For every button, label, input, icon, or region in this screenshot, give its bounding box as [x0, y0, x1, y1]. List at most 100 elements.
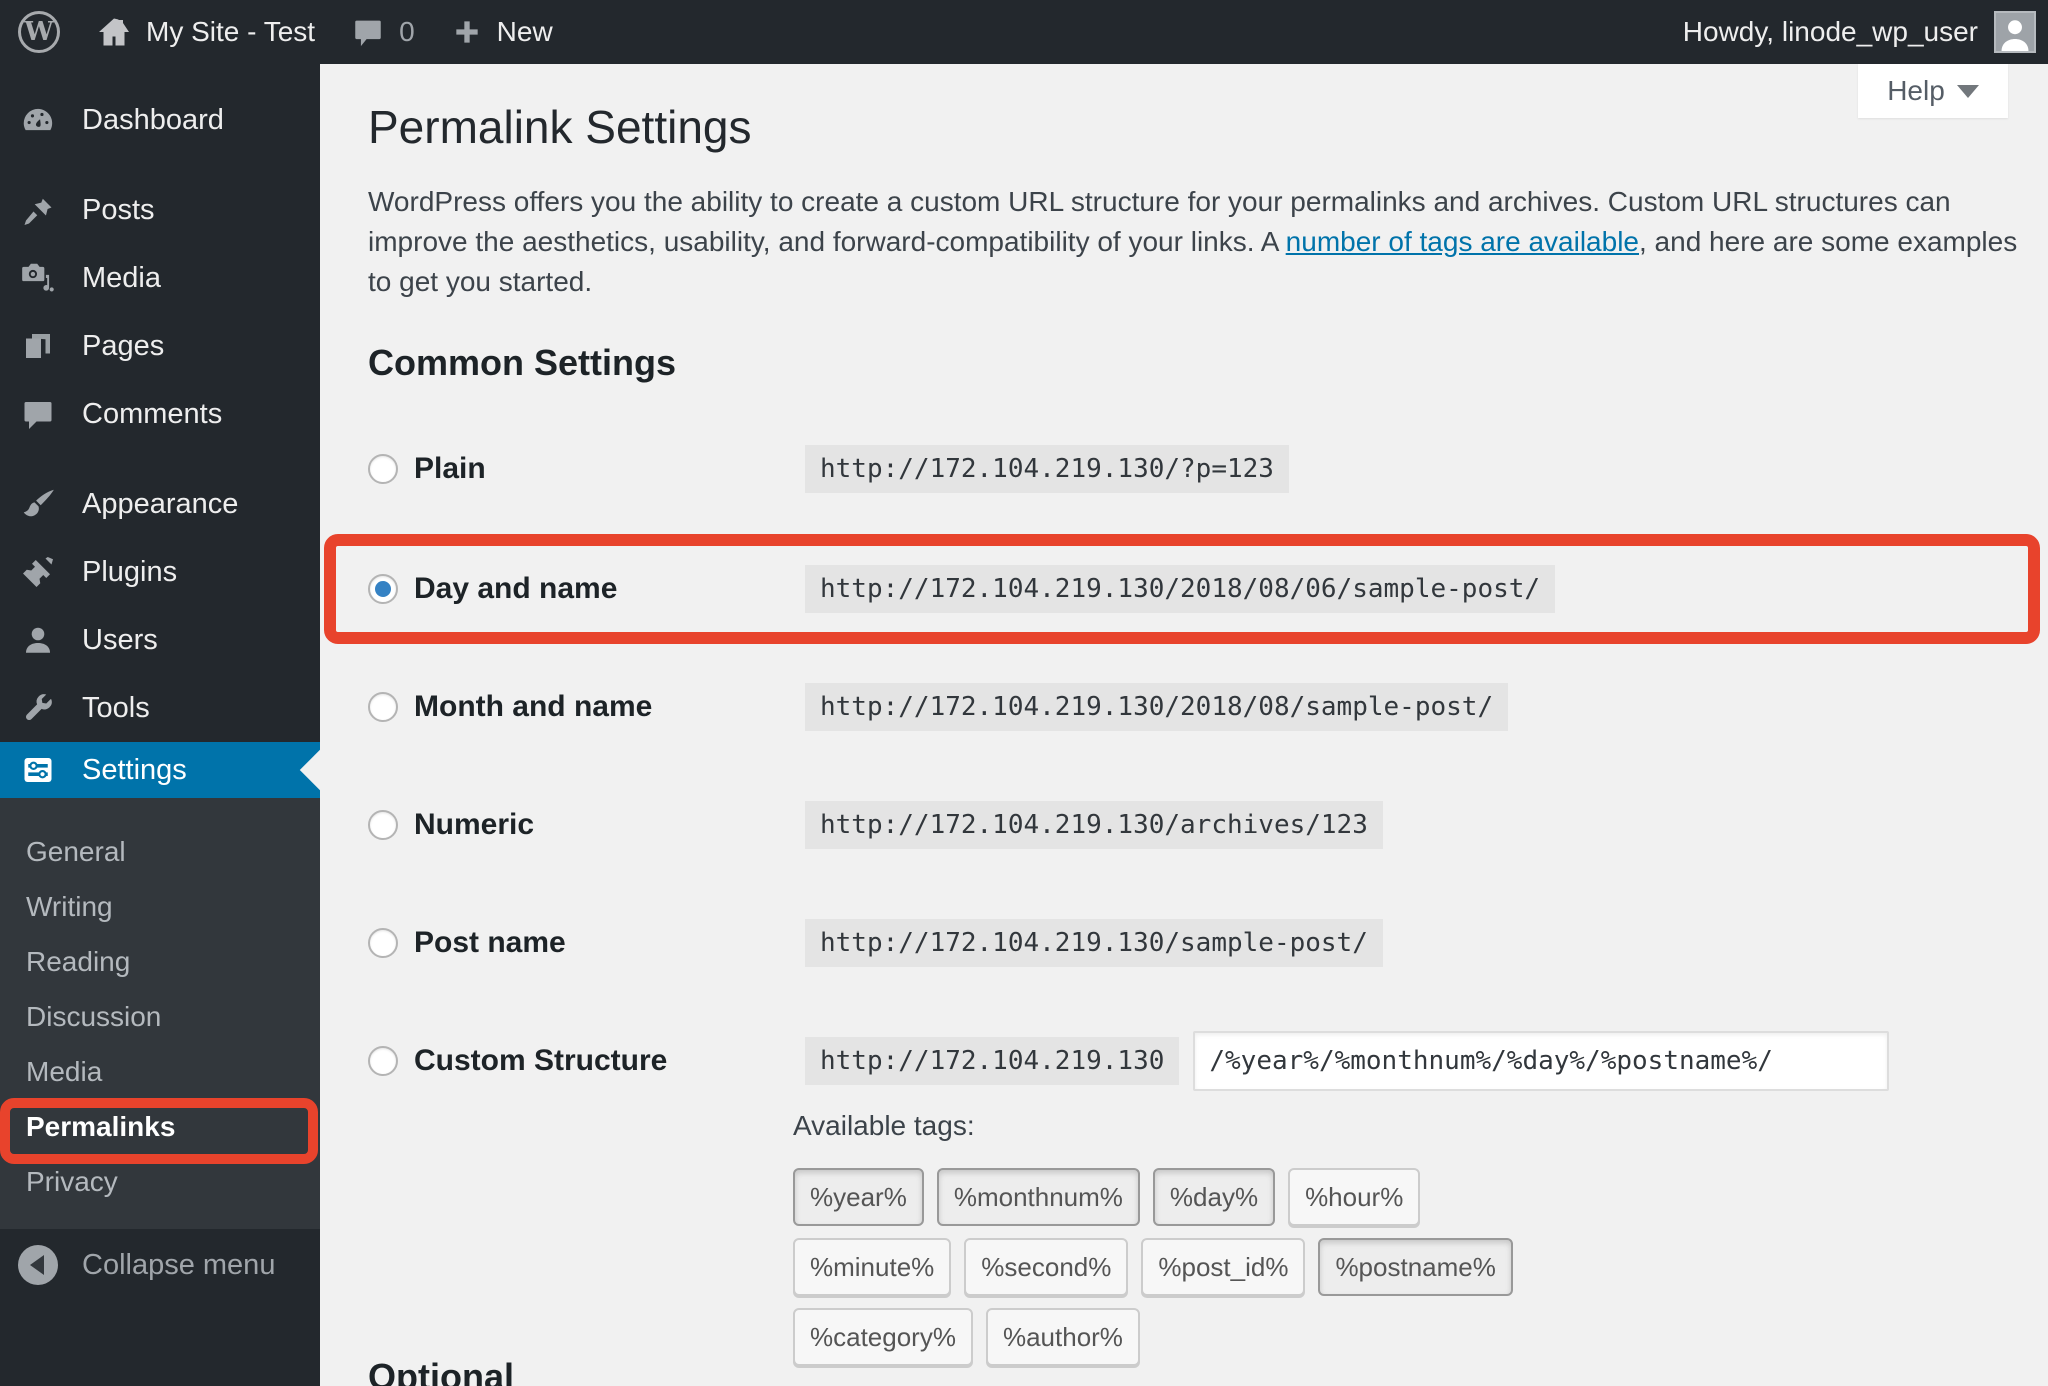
option-label[interactable]: Numeric [414, 808, 805, 842]
sidebar-item-label: Pages [82, 329, 165, 362]
permalink-example-url: http://172.104.219.130/archives/123 [805, 801, 1383, 849]
sidebar-item-dashboard[interactable]: Dashboard [0, 86, 320, 154]
radio-day-and-name[interactable] [368, 574, 398, 604]
option-label[interactable]: Post name [414, 926, 805, 960]
tag-button-day[interactable]: %day% [1152, 1168, 1276, 1226]
submenu-label: Discussion [26, 1000, 162, 1032]
sidebar-item-label: Comments [82, 397, 223, 430]
submenu-item-permalinks[interactable]: Permalinks [0, 1099, 320, 1154]
tag-button-hour[interactable]: %hour% [1288, 1168, 1421, 1226]
sidebar-item-label: Plugins [82, 555, 178, 588]
tags-available-link[interactable]: number of tags are available [1286, 226, 1639, 257]
radio-plain[interactable] [368, 454, 398, 484]
chevron-down-icon [1956, 84, 1979, 98]
available-tags: %year% %monthnum% %day% %hour% %minute% … [793, 1168, 1533, 1366]
admin-bar: W My Site - Test 0 New Howdy, linode_wp_… [0, 0, 2048, 64]
submenu-label: Privacy [26, 1165, 118, 1197]
comments-count: 0 [399, 16, 415, 47]
pages-icon [18, 326, 58, 366]
option-label[interactable]: Plain [414, 452, 805, 486]
option-row-plain: Plain http://172.104.219.130/?p=123 [368, 438, 2012, 500]
sidebar-item-comments[interactable]: Comments [0, 380, 320, 448]
content-area: Help Permalink Settings WordPress offers… [320, 64, 2048, 1386]
sidebar-item-label: Dashboard [82, 103, 224, 136]
sidebar-item-label: Users [82, 623, 158, 656]
tag-button-post-id[interactable]: %post_id% [1141, 1238, 1306, 1296]
camera-music-icon [18, 258, 58, 298]
permalink-example-url: http://172.104.219.130/?p=123 [805, 445, 1289, 493]
permalink-example-url: http://172.104.219.130/sample-post/ [805, 919, 1383, 967]
submenu-label: Permalinks [26, 1110, 176, 1142]
sidebar-item-label: Settings [82, 753, 187, 786]
tag-button-author[interactable]: %author% [985, 1308, 1140, 1366]
home-icon [96, 14, 132, 50]
wrench-icon [18, 688, 58, 728]
option-row-post-name: Post name http://172.104.219.130/sample-… [368, 912, 2012, 974]
new-menu[interactable]: New [433, 0, 571, 64]
sidebar-item-settings[interactable]: Settings [0, 742, 320, 798]
new-label: New [496, 16, 553, 47]
submenu-item-writing[interactable]: Writing [0, 879, 320, 934]
option-row-numeric: Numeric http://172.104.219.130/archives/… [368, 794, 2012, 856]
menu-separator [0, 448, 320, 470]
sidebar-item-appearance[interactable]: Appearance [0, 470, 320, 538]
option-label[interactable]: Custom Structure [414, 1044, 805, 1078]
tag-button-minute[interactable]: %minute% [793, 1238, 952, 1296]
submenu-item-media[interactable]: Media [0, 1044, 320, 1099]
option-row-custom-structure: Custom Structure http://172.104.219.130 [368, 1030, 2012, 1092]
menu-separator [0, 154, 320, 176]
admin-sidebar: Dashboard Posts Media Pages Comments App… [0, 64, 320, 1386]
sidebar-item-pages[interactable]: Pages [0, 312, 320, 380]
help-button[interactable]: Help [1858, 64, 2008, 118]
tag-button-second[interactable]: %second% [964, 1238, 1129, 1296]
sidebar-item-label: Tools [82, 691, 150, 724]
howdy-text[interactable]: Howdy, linode_wp_user [1683, 16, 1978, 48]
wordpress-logo-menu[interactable]: W [0, 0, 78, 64]
sidebar-item-plugins[interactable]: Plugins [0, 538, 320, 606]
option-row-day-and-name: Day and name http://172.104.219.130/2018… [368, 558, 2012, 620]
comments-shortcut[interactable]: 0 [333, 0, 433, 64]
submenu-label: General [26, 835, 126, 867]
radio-custom-structure[interactable] [368, 1046, 398, 1076]
sidebar-item-users[interactable]: Users [0, 606, 320, 674]
tag-button-postname[interactable]: %postname% [1318, 1238, 1513, 1296]
option-label[interactable]: Day and name [414, 572, 805, 606]
option-label[interactable]: Month and name [414, 690, 805, 724]
pushpin-icon [18, 190, 58, 230]
option-row-month-and-name: Month and name http://172.104.219.130/20… [368, 676, 2012, 738]
sidebar-item-label: Media [82, 261, 161, 294]
sidebar-item-tools[interactable]: Tools [0, 674, 320, 742]
site-menu[interactable]: My Site - Test [78, 0, 333, 64]
permalink-example-url: http://172.104.219.130/2018/08/06/sample… [805, 565, 1556, 613]
tag-button-year[interactable]: %year% [793, 1168, 924, 1226]
radio-post-name[interactable] [368, 928, 398, 958]
submenu-item-privacy[interactable]: Privacy [0, 1154, 320, 1209]
paintbrush-icon [18, 484, 58, 524]
sidebar-item-media[interactable]: Media [0, 244, 320, 312]
radio-numeric[interactable] [368, 810, 398, 840]
available-tags-label: Available tags: [793, 1110, 975, 1141]
collapse-menu-label: Collapse menu [82, 1248, 276, 1281]
collapse-menu-button[interactable]: Collapse menu [0, 1231, 320, 1299]
user-icon [18, 620, 58, 660]
optional-heading: Optional [368, 1356, 514, 1386]
wordpress-logo-icon: W [18, 11, 60, 53]
radio-month-and-name[interactable] [368, 692, 398, 722]
page-title: Permalink Settings [368, 101, 752, 153]
submenu-item-discussion[interactable]: Discussion [0, 989, 320, 1044]
submenu-label: Reading [26, 945, 131, 977]
common-settings-heading: Common Settings [368, 342, 677, 383]
submenu-label: Writing [26, 890, 113, 922]
submenu-item-general[interactable]: General [0, 824, 320, 879]
custom-structure-input[interactable] [1193, 1031, 1890, 1091]
submenu-item-reading[interactable]: Reading [0, 934, 320, 989]
custom-structure-url-prefix: http://172.104.219.130 [805, 1037, 1180, 1085]
sidebar-item-posts[interactable]: Posts [0, 176, 320, 244]
tag-button-category[interactable]: %category% [793, 1308, 973, 1366]
comment-icon [18, 394, 58, 434]
site-name: My Site - Test [146, 16, 316, 47]
intro-paragraph: WordPress offers you the ability to crea… [368, 182, 2030, 302]
settings-submenu: General Writing Reading Discussion Media… [0, 798, 320, 1229]
tag-button-monthnum[interactable]: %monthnum% [936, 1168, 1140, 1226]
avatar[interactable] [1994, 11, 2036, 53]
